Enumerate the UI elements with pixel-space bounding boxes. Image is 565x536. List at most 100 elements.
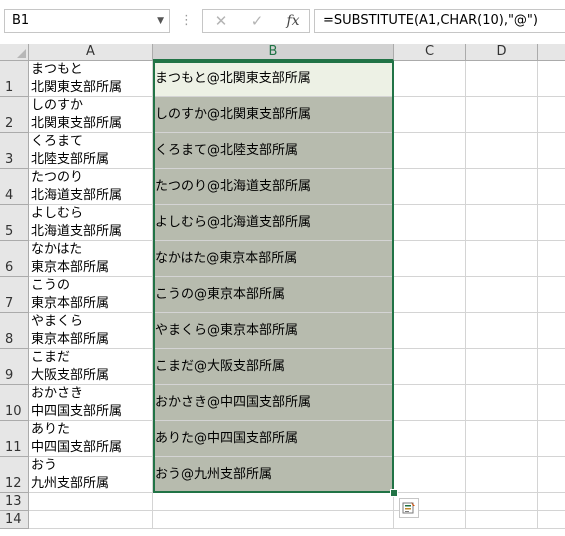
- cell-c[interactable]: [394, 349, 466, 385]
- cell-e[interactable]: [538, 97, 565, 133]
- cell-e[interactable]: [538, 457, 565, 493]
- cell-d[interactable]: [466, 493, 538, 511]
- row-header[interactable]: 1: [0, 61, 29, 97]
- cancel-x-icon[interactable]: ✕: [209, 10, 233, 32]
- cell-d[interactable]: [466, 349, 538, 385]
- cell-b[interactable]: おう@九州支部所属: [153, 457, 394, 493]
- cell-a-line-1: こうの: [31, 278, 71, 293]
- cell-e[interactable]: [538, 205, 565, 241]
- cell-c[interactable]: [394, 169, 466, 205]
- cell-c[interactable]: [394, 277, 466, 313]
- cell-b[interactable]: まつもと@北関東支部所属: [153, 61, 394, 97]
- column-header-a[interactable]: A: [29, 44, 153, 61]
- cell-c[interactable]: [394, 313, 466, 349]
- cell-c[interactable]: [394, 421, 466, 457]
- cell-e[interactable]: [538, 493, 565, 511]
- cell-c[interactable]: [394, 205, 466, 241]
- row-header[interactable]: 3: [0, 133, 29, 169]
- cell-c[interactable]: [394, 133, 466, 169]
- cell-a[interactable]: こうの 東京本部所属: [29, 277, 153, 313]
- cell-b[interactable]: [153, 493, 394, 511]
- cell-e[interactable]: [538, 511, 565, 529]
- cell-b[interactable]: おかさき@中四国支部所属: [153, 385, 394, 421]
- cell-c[interactable]: [394, 241, 466, 277]
- row-header[interactable]: 10: [0, 385, 29, 421]
- column-header-e[interactable]: [538, 44, 565, 61]
- row-header[interactable]: 2: [0, 97, 29, 133]
- cell-a[interactable]: [29, 493, 153, 511]
- column-header-d[interactable]: D: [466, 44, 538, 61]
- row-header[interactable]: 9: [0, 349, 29, 385]
- cell-e[interactable]: [538, 421, 565, 457]
- row-number: 7: [5, 296, 14, 311]
- cell-c[interactable]: [394, 457, 466, 493]
- cell-a[interactable]: たつのり 北海道支部所属: [29, 169, 153, 205]
- cell-b[interactable]: やまくら@東京本部所属: [153, 313, 394, 349]
- cell-a[interactable]: まつもと 北関東支部所属: [29, 61, 153, 97]
- cell-a[interactable]: こまだ 大阪支部所属: [29, 349, 153, 385]
- cell-a[interactable]: おう 九州支部所属: [29, 457, 153, 493]
- cell-e[interactable]: [538, 61, 565, 97]
- cell-d[interactable]: [466, 61, 538, 97]
- cell-a-line-1: こまだ: [31, 350, 71, 365]
- cell-a[interactable]: ありた 中四国支部所属: [29, 421, 153, 457]
- cell-b[interactable]: よしむら@北海道支部所属: [153, 205, 394, 241]
- cell-d[interactable]: [466, 385, 538, 421]
- column-header-b[interactable]: B: [153, 44, 394, 61]
- cell-d[interactable]: [466, 277, 538, 313]
- cell-d[interactable]: [466, 313, 538, 349]
- row-header[interactable]: 5: [0, 205, 29, 241]
- cell-e[interactable]: [538, 277, 565, 313]
- column-header-c[interactable]: C: [394, 44, 466, 61]
- cell-b[interactable]: たつのり@北海道支部所属: [153, 169, 394, 205]
- row-header[interactable]: 12: [0, 457, 29, 493]
- cell-d[interactable]: [466, 457, 538, 493]
- cell-e[interactable]: [538, 169, 565, 205]
- row-header[interactable]: 11: [0, 421, 29, 457]
- cell-d[interactable]: [466, 241, 538, 277]
- cell-e[interactable]: [538, 385, 565, 421]
- cell-a[interactable]: おかさき 中四国支部所属: [29, 385, 153, 421]
- cell-d[interactable]: [466, 511, 538, 529]
- row-header[interactable]: 13: [0, 493, 29, 511]
- cell-b[interactable]: なかはた@東京本部所属: [153, 241, 394, 277]
- cell-b[interactable]: ありた@中四国支部所属: [153, 421, 394, 457]
- cell-b[interactable]: こうの@東京本部所属: [153, 277, 394, 313]
- formula-input[interactable]: =SUBSTITUTE(A1,CHAR(10),"@"): [314, 9, 565, 33]
- cell-a[interactable]: やまくら 東京本部所属: [29, 313, 153, 349]
- cell-a[interactable]: くろまて 北陸支部所属: [29, 133, 153, 169]
- drag-handle-icon[interactable]: ⋮: [180, 12, 193, 30]
- insert-function-icon[interactable]: fx: [281, 10, 305, 32]
- quick-analysis-button[interactable]: [399, 498, 419, 518]
- cell-e[interactable]: [538, 241, 565, 277]
- cell-c[interactable]: [394, 97, 466, 133]
- select-all-button[interactable]: [0, 44, 29, 61]
- fill-handle[interactable]: [390, 489, 398, 497]
- row-header[interactable]: 4: [0, 169, 29, 205]
- cell-b[interactable]: しのすか@北関東支部所属: [153, 97, 394, 133]
- cell-a[interactable]: [29, 511, 153, 529]
- cell-a[interactable]: しのすか 北関東支部所属: [29, 97, 153, 133]
- row-header[interactable]: 7: [0, 277, 29, 313]
- cell-d[interactable]: [466, 205, 538, 241]
- cell-b[interactable]: こまだ@大阪支部所属: [153, 349, 394, 385]
- chevron-down-icon[interactable]: ▼: [157, 10, 164, 32]
- cell-b[interactable]: くろまて@北陸支部所属: [153, 133, 394, 169]
- cell-e[interactable]: [538, 133, 565, 169]
- cell-c[interactable]: [394, 61, 466, 97]
- row-header[interactable]: 6: [0, 241, 29, 277]
- cell-d[interactable]: [466, 169, 538, 205]
- row-header[interactable]: 8: [0, 313, 29, 349]
- cell-e[interactable]: [538, 313, 565, 349]
- cell-d[interactable]: [466, 133, 538, 169]
- cell-d[interactable]: [466, 97, 538, 133]
- cell-a[interactable]: なかはた 東京本部所属: [29, 241, 153, 277]
- cell-c[interactable]: [394, 385, 466, 421]
- cell-d[interactable]: [466, 421, 538, 457]
- name-box[interactable]: B1 ▼: [4, 9, 170, 33]
- cell-b[interactable]: [153, 511, 394, 529]
- row-header[interactable]: 14: [0, 511, 29, 529]
- cell-a[interactable]: よしむら 北海道支部所属: [29, 205, 153, 241]
- enter-check-icon[interactable]: ✓: [245, 10, 269, 32]
- cell-e[interactable]: [538, 349, 565, 385]
